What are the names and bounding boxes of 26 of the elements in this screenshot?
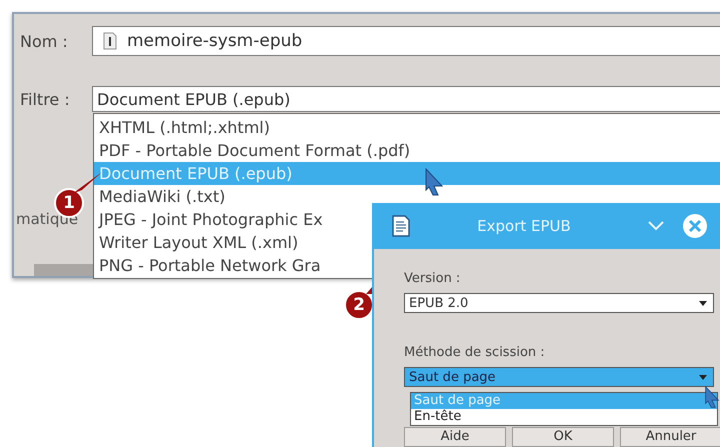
chevron-down-icon[interactable] <box>648 221 664 231</box>
step-marker: 2 <box>344 290 374 320</box>
name-field[interactable]: memoire-sysm-epub <box>92 26 720 56</box>
dropdown-option[interactable]: En-tête <box>411 409 717 425</box>
dropdown-value: Saut de page <box>409 370 496 384</box>
document-icon <box>392 215 410 237</box>
document-icon <box>103 32 117 50</box>
window-title: Export EPUB <box>476 217 572 235</box>
dropdown-option[interactable]: PDF - Portable Document Format (.pdf) <box>94 139 720 162</box>
field-label: Méthode de scission : <box>404 345 546 360</box>
split-dropdown[interactable]: Saut de page <box>404 367 714 387</box>
dropdown-option[interactable]: XHTML (.html;.xhtml) <box>94 116 720 139</box>
field-label: Version : <box>404 271 462 286</box>
close-icon[interactable] <box>682 213 708 239</box>
cursor-icon <box>704 385 720 409</box>
filter-dropdown[interactable]: Document EPUB (.epub) <box>92 86 720 112</box>
dialog-button[interactable]: OK <box>512 427 614 447</box>
field-value: memoire-sysm-epub <box>127 31 302 51</box>
dialog-button[interactable]: Aide <box>404 427 506 447</box>
dropdown-value: EPUB 2.0 <box>409 296 468 310</box>
pointer-tail <box>72 172 102 194</box>
cursor-icon <box>424 168 444 196</box>
field-label: Nom : <box>19 32 69 50</box>
field-label: Filtre : <box>19 90 71 108</box>
dialog-button[interactable]: Annuler <box>620 427 720 447</box>
version-dropdown[interactable]: EPUB 2.0 <box>404 293 714 313</box>
